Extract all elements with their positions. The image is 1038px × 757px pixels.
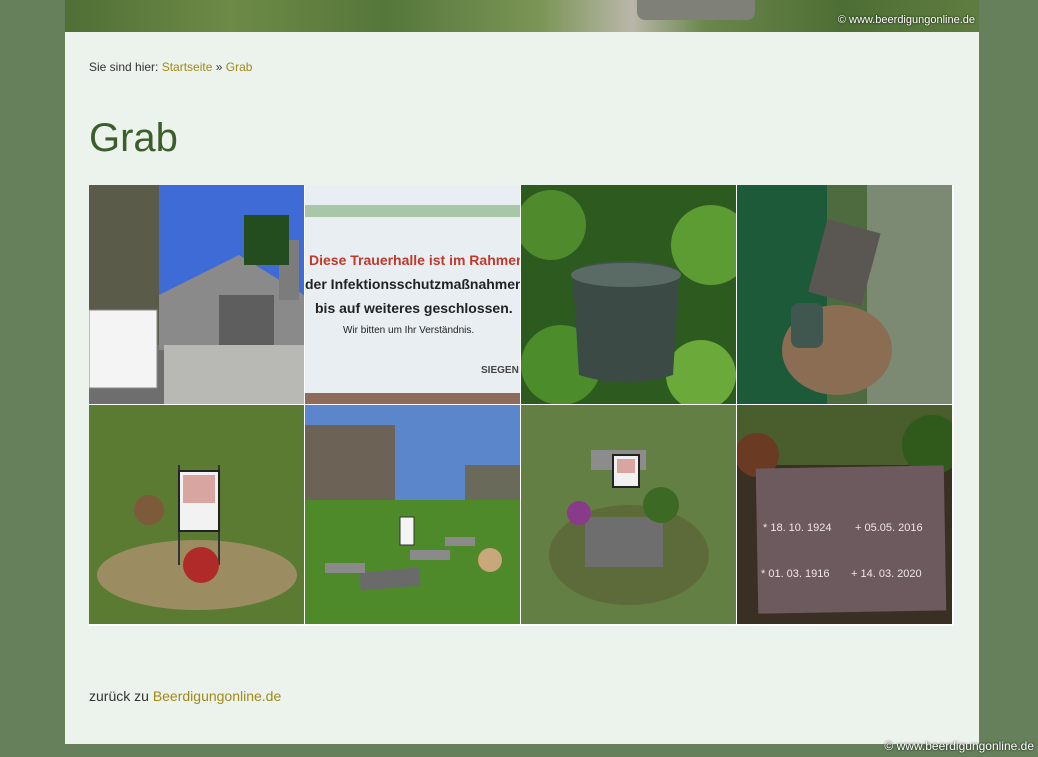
plaque-date-2: + 05.05. 2016 <box>855 522 923 534</box>
image-gallery: Diese Trauerhalle ist im Rahmen der Infe… <box>89 185 954 626</box>
gallery-image-grave-plaque-dates[interactable]: * 18. 10. 1924 + 05.05. 2016 * 01. 03. 1… <box>737 405 952 624</box>
breadcrumb-prefix: Sie sind hier: <box>89 60 159 74</box>
gallery-image-urn-in-hand[interactable] <box>737 185 952 404</box>
breadcrumb-separator: » <box>215 60 223 74</box>
beerdigungonline-link[interactable]: Beerdigungonline.de <box>153 688 281 704</box>
plaque-date-4: + 14. 03. 2020 <box>851 568 922 580</box>
sign-line-4: Wir bitten um Ihr Verständnis. <box>343 325 474 336</box>
gallery-image-urn[interactable] <box>521 185 736 404</box>
gallery-image-closed-sign[interactable]: Diese Trauerhalle ist im Rahmen der Infe… <box>305 185 520 404</box>
sign-line-2: der Infektionsschutzmaßnahmen <box>305 276 520 292</box>
page-title: Grab <box>89 116 178 160</box>
breadcrumb-current-link[interactable]: Grab <box>226 60 253 74</box>
gallery-image-chapel[interactable] <box>89 185 304 404</box>
gallery-image-grave-frame[interactable] <box>89 405 304 624</box>
sign-brand: SIEGEN <box>481 365 519 376</box>
breadcrumb: Sie sind hier: Startseite » Grab <box>89 60 252 74</box>
chapel-photo <box>89 185 304 404</box>
grave-frame-photo <box>89 405 304 624</box>
breadcrumb-home-link[interactable]: Startseite <box>162 60 213 74</box>
plaque-date-1: * 18. 10. 1924 <box>763 522 832 534</box>
footer-copyright: © www.beerdigungonline.de <box>884 739 1034 753</box>
content-panel: © www.beerdigungonline.de Sie sind hier:… <box>65 0 979 744</box>
cemetery-field-photo <box>305 405 520 624</box>
grave-plaque-dates-photo: * 18. 10. 1924 + 05.05. 2016 * 01. 03. 1… <box>737 405 952 624</box>
plaque-date-3: * 01. 03. 1916 <box>761 568 830 580</box>
back-link-prefix: zurück zu <box>89 688 149 704</box>
header-stone <box>637 0 755 20</box>
gallery-image-grave-plaque-blurred[interactable] <box>521 405 736 624</box>
header-copyright: © www.beerdigungonline.de <box>837 14 975 26</box>
sign-line-3: bis auf weiteres geschlossen. <box>315 300 513 316</box>
sign-line-1: Diese Trauerhalle ist im Rahmen <box>309 252 520 268</box>
header-image: © www.beerdigungonline.de <box>65 0 979 32</box>
urn-in-hand-photo <box>737 185 952 404</box>
closed-sign-photo: Diese Trauerhalle ist im Rahmen der Infe… <box>305 185 520 404</box>
gallery-image-cemetery-field[interactable] <box>305 405 520 624</box>
grave-plaque-blurred-photo <box>521 405 736 624</box>
urn-photo <box>521 185 736 404</box>
back-link-line: zurück zu Beerdigungonline.de <box>89 688 281 704</box>
